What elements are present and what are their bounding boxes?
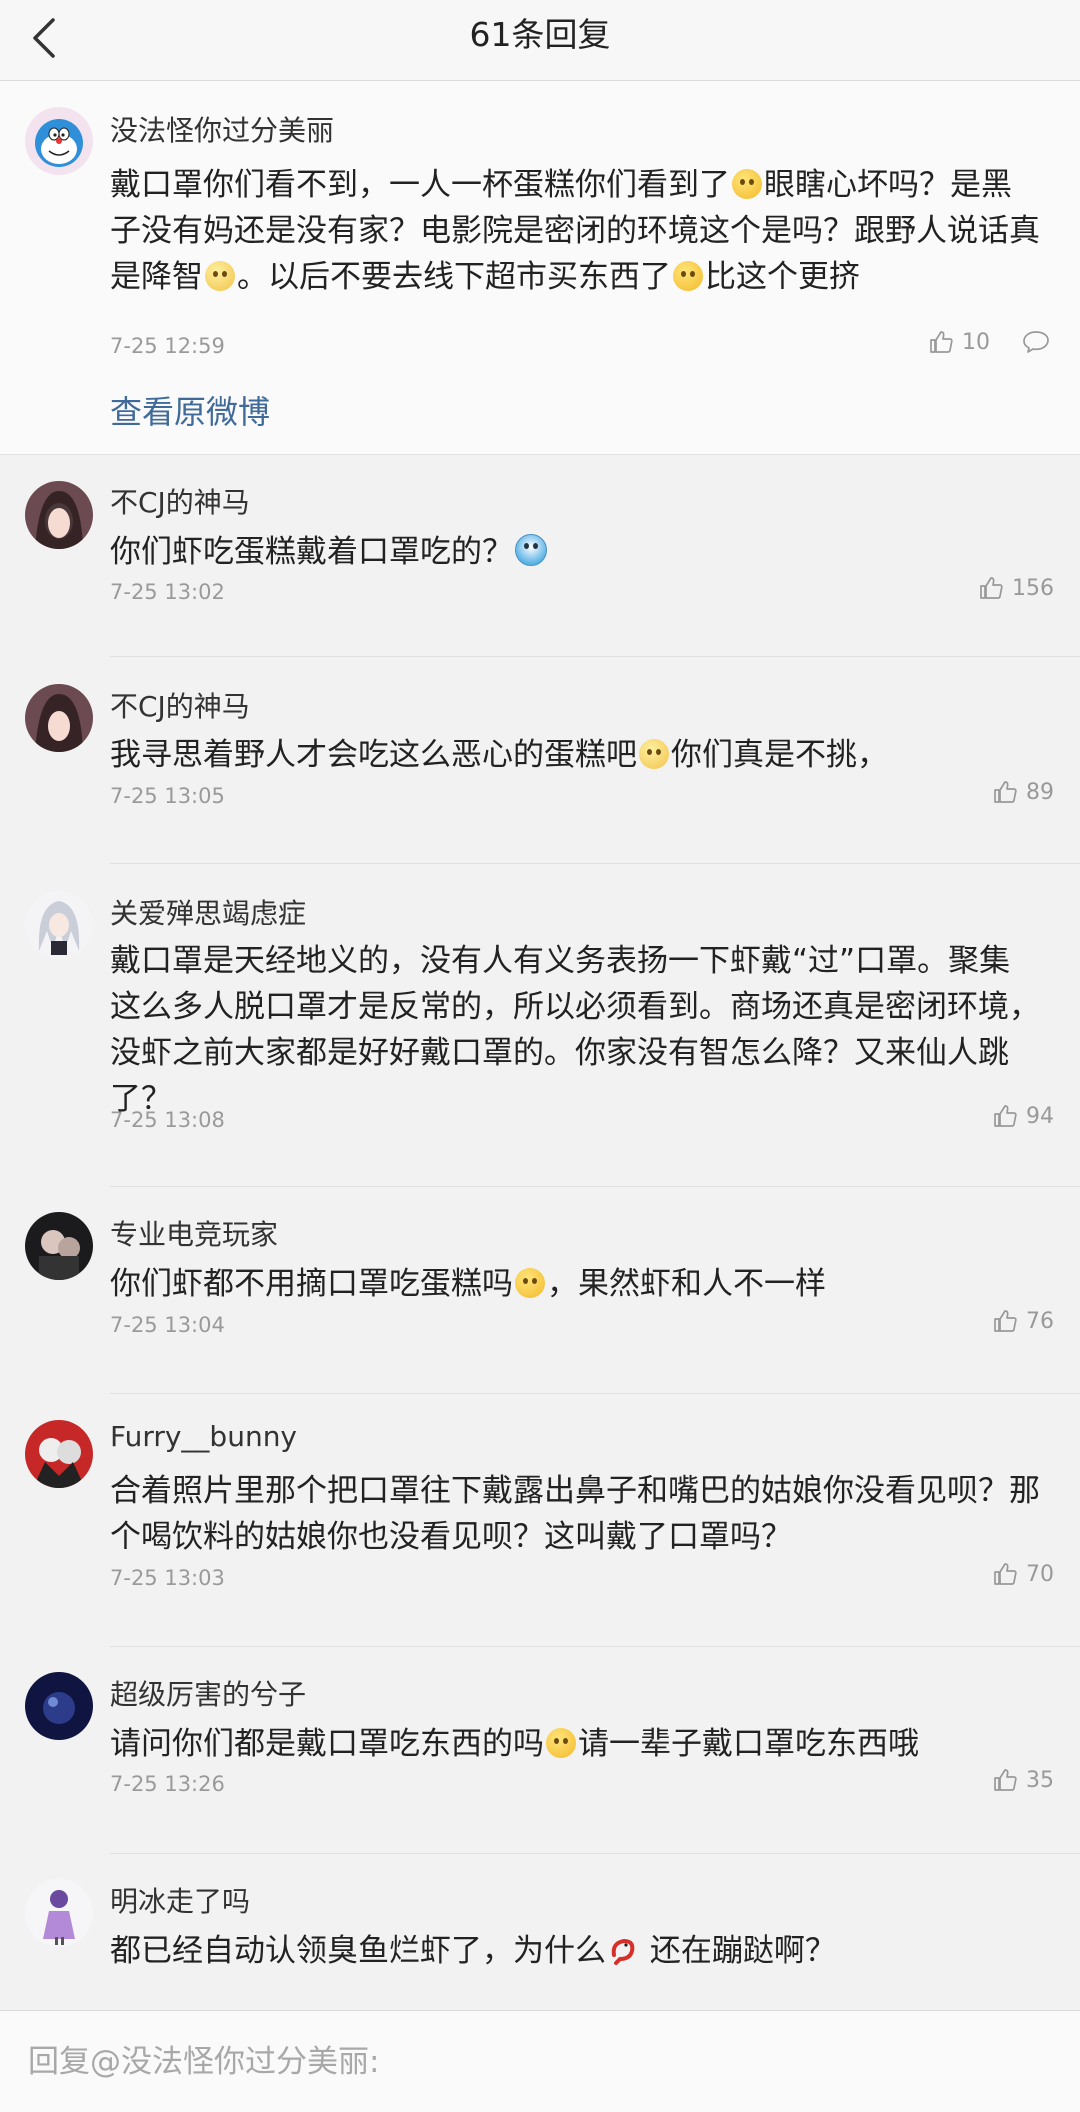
shy-emoji-icon	[546, 1728, 576, 1758]
title-bar: 61条回复	[0, 0, 1080, 81]
avatar[interactable]	[25, 481, 93, 549]
comment-text: 戴口罩你们看不到，一人一杯蛋糕你们看到了 眼瞎心坏吗？是黑子没有妈还是没有家？电影…	[110, 167, 1040, 295]
list-item: 不CJ的神马 你们虾吃蛋糕戴着口罩吃的？ 7-25 13:02 156	[0, 455, 1080, 657]
like-count: 89	[1026, 779, 1054, 805]
avatar[interactable]	[25, 1672, 93, 1740]
list-item: 关爱殚思竭虑症 戴口罩是天经地义的，没有人有义务表扬一下虾戴“过”口罩。聚集这么…	[0, 864, 1080, 1187]
comment-text: 你们虾吃蛋糕戴着口罩吃的？	[110, 529, 1040, 575]
comment-text: 请问你们都是戴口罩吃东西的吗 请一辈子戴口罩吃东西哦	[110, 1726, 919, 1762]
original-comment: 没法怪你过分美丽 戴口罩你们看不到，一人一杯蛋糕你们看到了 眼瞎心坏吗？是黑子没有…	[0, 81, 1080, 455]
anime-character-icon	[25, 1420, 93, 1488]
like-button[interactable]: 10	[928, 329, 990, 355]
comment-text: 戴口罩是天经地义的，没有人有义务表扬一下虾戴“过”口罩。聚集这么多人脱口罩才是反…	[110, 943, 1040, 1117]
reply-button[interactable]	[1022, 329, 1050, 359]
comment-time: 7-25 13:04	[110, 1313, 225, 1337]
user-photo-icon	[25, 1672, 93, 1740]
comment-time: 7-25 13:02	[110, 580, 225, 604]
view-original-link[interactable]: 查看原微博	[110, 387, 270, 433]
like-button[interactable]: 156	[978, 575, 1054, 601]
list-item: 不CJ的神马 我寻思着野人才会吃这么恶心的蛋糕吧 你们真是不挑， 7-25 13:…	[0, 657, 1080, 864]
reply-bar	[0, 2010, 1080, 2112]
user-photo-icon	[25, 684, 93, 752]
like-button[interactable]: 89	[992, 779, 1054, 805]
anime-character-icon	[25, 891, 93, 959]
avatar[interactable]	[25, 1420, 93, 1488]
comment-time: 7-25 13:03	[110, 1566, 225, 1590]
doraemon-emoji-icon	[515, 534, 547, 566]
list-item: 专业电竞玩家 你们虾都不用摘口罩吃蛋糕吗 ，果然虾和人不一样 7-25 13:04…	[0, 1187, 1080, 1394]
shy-emoji-icon	[732, 169, 762, 199]
like-button[interactable]: 76	[992, 1308, 1054, 1334]
comment-text: 我寻思着野人才会吃这么恶心的蛋糕吧 你们真是不挑，	[110, 737, 888, 773]
avatar[interactable]	[25, 1212, 93, 1280]
user-photo-icon	[25, 481, 93, 549]
comment-author[interactable]: 不CJ的神马	[110, 685, 250, 725]
comment-list: 没法怪你过分美丽 戴口罩你们看不到，一人一杯蛋糕你们看到了 眼瞎心坏吗？是黑子没有…	[0, 81, 1080, 1994]
list-item: 明冰走了吗 都已经自动认领臭鱼烂虾了，为什么 还在蹦跶啊？	[0, 1854, 1080, 1994]
comment-time: 7-25 13:26	[110, 1772, 225, 1796]
thumbs-up-icon	[980, 577, 1003, 599]
shrimp-emoji-icon	[608, 1932, 638, 1965]
comment-time: 7-25 12:59	[110, 334, 225, 358]
avatar[interactable]	[25, 891, 93, 959]
reply-input[interactable]	[26, 2031, 1050, 2093]
comment-author[interactable]: 超级厉害的兮子	[110, 1673, 306, 1713]
like-count: 94	[1026, 1103, 1054, 1129]
shy-emoji-icon	[515, 1268, 545, 1298]
comment-author[interactable]: 不CJ的神马	[110, 481, 250, 521]
comment-time: 7-25 13:08	[110, 1108, 225, 1132]
doraemon-avatar-icon	[25, 107, 93, 175]
comment-author[interactable]: 明冰走了吗	[110, 1880, 250, 1920]
thumbs-up-icon	[994, 1310, 1017, 1332]
comment-bubble-icon	[1023, 331, 1049, 353]
comment-author[interactable]: 关爱殚思竭虑症	[110, 892, 306, 932]
like-count: 76	[1026, 1308, 1054, 1334]
user-photo-icon	[25, 1212, 93, 1280]
comment-author[interactable]: 没法怪你过分美丽	[110, 109, 334, 149]
comment-text: 都已经自动认领臭鱼烂虾了，为什么 还在蹦跶啊？	[110, 1932, 836, 1969]
comment-time: 7-25 13:05	[110, 784, 225, 808]
like-count: 10	[962, 329, 990, 355]
like-count: 70	[1026, 1561, 1054, 1587]
like-count: 35	[1026, 1767, 1054, 1793]
avatar[interactable]	[25, 107, 93, 175]
list-item: Furry__bunny 合着照片里那个把口罩往下戴露出鼻子和嘴巴的姑娘你没看见…	[0, 1394, 1080, 1647]
like-button[interactable]: 35	[992, 1767, 1054, 1793]
shy-emoji-icon	[673, 261, 703, 291]
list-item: 超级厉害的兮子 请问你们都是戴口罩吃东西的吗 请一辈子戴口罩吃东西哦 7-25 1…	[0, 1647, 1080, 1854]
avatar[interactable]	[25, 1879, 93, 1947]
like-button[interactable]: 70	[992, 1561, 1054, 1587]
page-title: 61条回复	[469, 15, 611, 54]
comment-author[interactable]: 专业电竞玩家	[110, 1213, 278, 1253]
avatar[interactable]	[25, 684, 93, 752]
comment-text: 你们虾都不用摘口罩吃蛋糕吗 ，果然虾和人不一样	[110, 1266, 826, 1302]
like-count: 156	[1012, 575, 1054, 601]
sad-emoji-icon	[205, 261, 235, 291]
sad-emoji-icon	[639, 739, 669, 769]
like-button[interactable]: 94	[992, 1103, 1054, 1129]
thumbs-up-icon	[930, 331, 953, 353]
thumbs-up-icon	[994, 1105, 1017, 1127]
comment-author[interactable]: Furry__bunny	[110, 1420, 297, 1453]
thumbs-up-icon	[994, 1563, 1017, 1585]
anime-character-icon	[25, 1879, 93, 1947]
comment-text: 合着照片里那个把口罩往下戴露出鼻子和嘴巴的姑娘你没看见呗？那个喝饮料的姑娘你也没…	[110, 1473, 1040, 1555]
thumbs-up-icon	[994, 1769, 1017, 1791]
thumbs-up-icon	[994, 781, 1017, 803]
